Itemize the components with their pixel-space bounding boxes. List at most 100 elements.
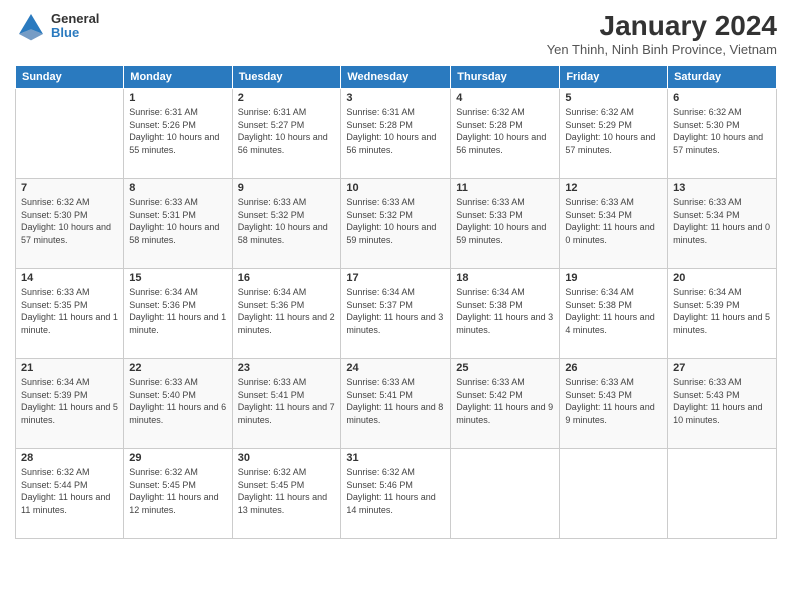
- day-number: 11: [456, 182, 554, 194]
- day-info: Sunrise: 6:33 AMSunset: 5:34 PMDaylight:…: [673, 196, 771, 246]
- header-friday: Friday: [560, 66, 668, 89]
- day-info: Sunrise: 6:32 AMSunset: 5:44 PMDaylight:…: [21, 466, 118, 516]
- calendar-table: Sunday Monday Tuesday Wednesday Thursday…: [15, 65, 777, 539]
- day-info: Sunrise: 6:33 AMSunset: 5:32 PMDaylight:…: [238, 196, 336, 246]
- calendar-cell: 18 Sunrise: 6:34 AMSunset: 5:38 PMDaylig…: [451, 269, 560, 359]
- calendar-cell: 24 Sunrise: 6:33 AMSunset: 5:41 PMDaylig…: [341, 359, 451, 449]
- day-number: 5: [565, 92, 662, 104]
- calendar-cell: 15 Sunrise: 6:34 AMSunset: 5:36 PMDaylig…: [124, 269, 232, 359]
- calendar-cell: 12 Sunrise: 6:33 AMSunset: 5:34 PMDaylig…: [560, 179, 668, 269]
- day-number: 23: [238, 362, 336, 374]
- title-area: January 2024 Yen Thinh, Ninh Binh Provin…: [547, 10, 777, 57]
- calendar-cell: 13 Sunrise: 6:33 AMSunset: 5:34 PMDaylig…: [668, 179, 777, 269]
- day-number: 19: [565, 272, 662, 284]
- calendar-cell: [16, 89, 124, 179]
- calendar-cell: 17 Sunrise: 6:34 AMSunset: 5:37 PMDaylig…: [341, 269, 451, 359]
- day-number: 3: [346, 92, 445, 104]
- calendar-cell: 27 Sunrise: 6:33 AMSunset: 5:43 PMDaylig…: [668, 359, 777, 449]
- day-number: 21: [21, 362, 118, 374]
- day-info: Sunrise: 6:33 AMSunset: 5:33 PMDaylight:…: [456, 196, 554, 246]
- week-row-5: 28 Sunrise: 6:32 AMSunset: 5:44 PMDaylig…: [16, 449, 777, 539]
- day-info: Sunrise: 6:33 AMSunset: 5:42 PMDaylight:…: [456, 376, 554, 426]
- calendar-cell: 11 Sunrise: 6:33 AMSunset: 5:33 PMDaylig…: [451, 179, 560, 269]
- day-number: 1: [129, 92, 226, 104]
- day-info: Sunrise: 6:31 AMSunset: 5:28 PMDaylight:…: [346, 106, 445, 156]
- logo-blue-label: Blue: [51, 26, 99, 40]
- day-number: 22: [129, 362, 226, 374]
- day-number: 25: [456, 362, 554, 374]
- header-wednesday: Wednesday: [341, 66, 451, 89]
- day-number: 15: [129, 272, 226, 284]
- day-number: 17: [346, 272, 445, 284]
- calendar-cell: 16 Sunrise: 6:34 AMSunset: 5:36 PMDaylig…: [232, 269, 341, 359]
- day-info: Sunrise: 6:33 AMSunset: 5:35 PMDaylight:…: [21, 286, 118, 336]
- day-number: 13: [673, 182, 771, 194]
- day-info: Sunrise: 6:34 AMSunset: 5:36 PMDaylight:…: [238, 286, 336, 336]
- logo-icon: [15, 10, 47, 42]
- day-info: Sunrise: 6:32 AMSunset: 5:30 PMDaylight:…: [673, 106, 771, 156]
- calendar-cell: 3 Sunrise: 6:31 AMSunset: 5:28 PMDayligh…: [341, 89, 451, 179]
- day-number: 2: [238, 92, 336, 104]
- calendar-cell: 28 Sunrise: 6:32 AMSunset: 5:44 PMDaylig…: [16, 449, 124, 539]
- day-info: Sunrise: 6:34 AMSunset: 5:39 PMDaylight:…: [673, 286, 771, 336]
- day-number: 9: [238, 182, 336, 194]
- calendar-cell: 20 Sunrise: 6:34 AMSunset: 5:39 PMDaylig…: [668, 269, 777, 359]
- calendar-cell: 31 Sunrise: 6:32 AMSunset: 5:46 PMDaylig…: [341, 449, 451, 539]
- month-title: January 2024: [547, 10, 777, 42]
- header-tuesday: Tuesday: [232, 66, 341, 89]
- day-number: 27: [673, 362, 771, 374]
- day-info: Sunrise: 6:32 AMSunset: 5:30 PMDaylight:…: [21, 196, 118, 246]
- day-number: 4: [456, 92, 554, 104]
- header: General Blue January 2024 Yen Thinh, Nin…: [15, 10, 777, 57]
- calendar-cell: 2 Sunrise: 6:31 AMSunset: 5:27 PMDayligh…: [232, 89, 341, 179]
- logo-general-label: General: [51, 12, 99, 26]
- calendar-cell: 26 Sunrise: 6:33 AMSunset: 5:43 PMDaylig…: [560, 359, 668, 449]
- logo: General Blue: [15, 10, 99, 42]
- calendar-cell: [451, 449, 560, 539]
- day-number: 30: [238, 452, 336, 464]
- day-info: Sunrise: 6:34 AMSunset: 5:36 PMDaylight:…: [129, 286, 226, 336]
- calendar-cell: 7 Sunrise: 6:32 AMSunset: 5:30 PMDayligh…: [16, 179, 124, 269]
- header-saturday: Saturday: [668, 66, 777, 89]
- day-info: Sunrise: 6:33 AMSunset: 5:34 PMDaylight:…: [565, 196, 662, 246]
- day-info: Sunrise: 6:34 AMSunset: 5:39 PMDaylight:…: [21, 376, 118, 426]
- week-row-4: 21 Sunrise: 6:34 AMSunset: 5:39 PMDaylig…: [16, 359, 777, 449]
- day-number: 24: [346, 362, 445, 374]
- week-row-1: 1 Sunrise: 6:31 AMSunset: 5:26 PMDayligh…: [16, 89, 777, 179]
- day-number: 14: [21, 272, 118, 284]
- calendar-cell: 22 Sunrise: 6:33 AMSunset: 5:40 PMDaylig…: [124, 359, 232, 449]
- day-number: 20: [673, 272, 771, 284]
- calendar-cell: 10 Sunrise: 6:33 AMSunset: 5:32 PMDaylig…: [341, 179, 451, 269]
- calendar-cell: 14 Sunrise: 6:33 AMSunset: 5:35 PMDaylig…: [16, 269, 124, 359]
- day-number: 28: [21, 452, 118, 464]
- day-number: 26: [565, 362, 662, 374]
- week-row-3: 14 Sunrise: 6:33 AMSunset: 5:35 PMDaylig…: [16, 269, 777, 359]
- day-number: 7: [21, 182, 118, 194]
- day-info: Sunrise: 6:34 AMSunset: 5:37 PMDaylight:…: [346, 286, 445, 336]
- day-info: Sunrise: 6:32 AMSunset: 5:29 PMDaylight:…: [565, 106, 662, 156]
- calendar-cell: [668, 449, 777, 539]
- day-number: 29: [129, 452, 226, 464]
- day-number: 31: [346, 452, 445, 464]
- day-number: 6: [673, 92, 771, 104]
- calendar-cell: 8 Sunrise: 6:33 AMSunset: 5:31 PMDayligh…: [124, 179, 232, 269]
- calendar-cell: 19 Sunrise: 6:34 AMSunset: 5:38 PMDaylig…: [560, 269, 668, 359]
- day-number: 12: [565, 182, 662, 194]
- day-info: Sunrise: 6:31 AMSunset: 5:26 PMDaylight:…: [129, 106, 226, 156]
- day-info: Sunrise: 6:32 AMSunset: 5:45 PMDaylight:…: [129, 466, 226, 516]
- location: Yen Thinh, Ninh Binh Province, Vietnam: [547, 42, 777, 57]
- week-row-2: 7 Sunrise: 6:32 AMSunset: 5:30 PMDayligh…: [16, 179, 777, 269]
- calendar-cell: 1 Sunrise: 6:31 AMSunset: 5:26 PMDayligh…: [124, 89, 232, 179]
- calendar-cell: 21 Sunrise: 6:34 AMSunset: 5:39 PMDaylig…: [16, 359, 124, 449]
- day-info: Sunrise: 6:33 AMSunset: 5:41 PMDaylight:…: [346, 376, 445, 426]
- day-info: Sunrise: 6:33 AMSunset: 5:32 PMDaylight:…: [346, 196, 445, 246]
- day-info: Sunrise: 6:34 AMSunset: 5:38 PMDaylight:…: [565, 286, 662, 336]
- day-info: Sunrise: 6:32 AMSunset: 5:28 PMDaylight:…: [456, 106, 554, 156]
- day-info: Sunrise: 6:31 AMSunset: 5:27 PMDaylight:…: [238, 106, 336, 156]
- day-info: Sunrise: 6:32 AMSunset: 5:46 PMDaylight:…: [346, 466, 445, 516]
- day-number: 10: [346, 182, 445, 194]
- day-info: Sunrise: 6:33 AMSunset: 5:40 PMDaylight:…: [129, 376, 226, 426]
- logo-text: General Blue: [51, 12, 99, 41]
- day-number: 8: [129, 182, 226, 194]
- day-number: 16: [238, 272, 336, 284]
